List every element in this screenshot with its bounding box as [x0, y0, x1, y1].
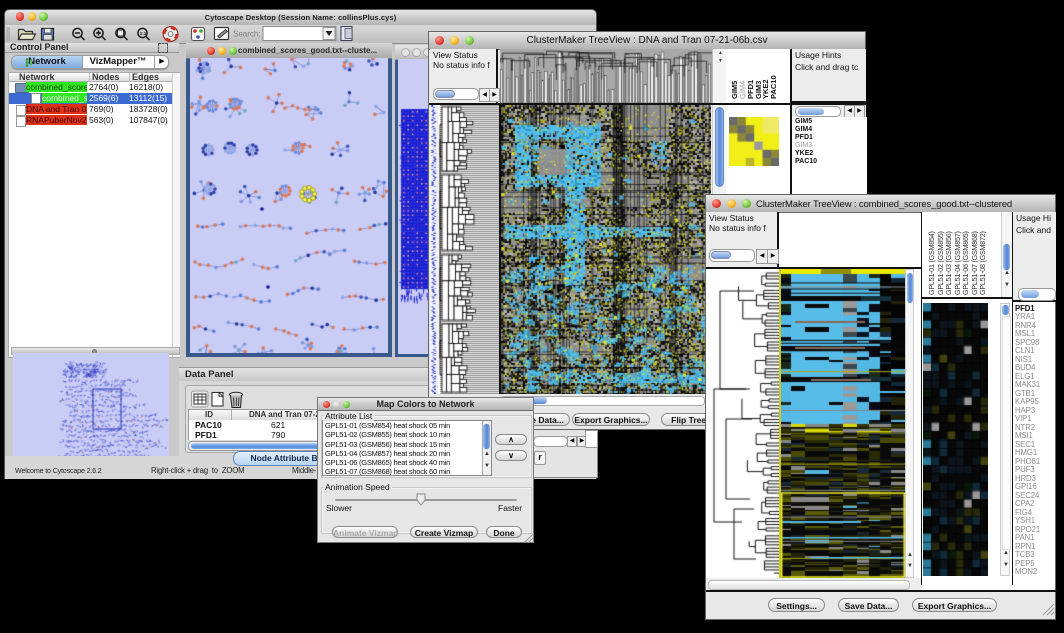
svg-text:1:1: 1:1	[140, 31, 147, 36]
svg-text:Search:: Search:	[233, 30, 261, 39]
